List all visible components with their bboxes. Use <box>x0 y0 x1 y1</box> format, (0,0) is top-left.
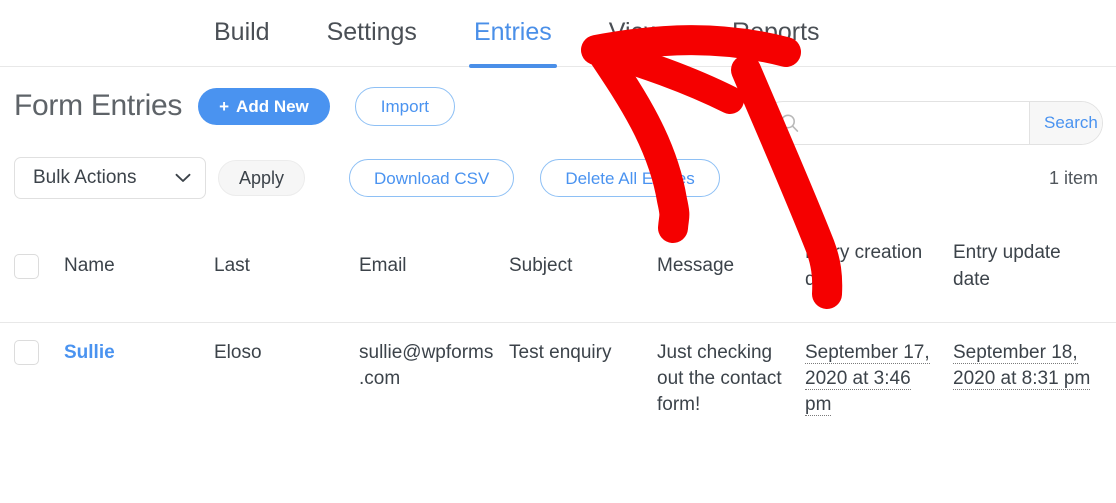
entries-table: Name Last Email Subject Message Entry cr… <box>0 211 1116 419</box>
cell-last: Eloso <box>214 342 262 363</box>
search-input[interactable] <box>762 102 1029 144</box>
tab-settings[interactable]: Settings <box>326 17 417 47</box>
tab-settings-label: Settings <box>326 17 417 46</box>
download-csv-button[interactable]: Download CSV <box>349 159 515 197</box>
column-header-message[interactable]: Message <box>657 253 805 279</box>
select-all-checkbox[interactable] <box>14 254 39 279</box>
cell-entry-creation-date: September 17, 2020 at 3:46 pm <box>805 340 953 419</box>
cell-entry-update-date: September 18, 2020 at 8:31 pm <box>953 340 1103 392</box>
item-count: 1 item <box>1048 167 1098 188</box>
entry-name-link[interactable]: Sullie <box>64 342 115 363</box>
bulk-actions-label: Bulk Actions <box>33 167 137 188</box>
cell-name: Sullie <box>64 340 214 366</box>
search-dropdown-button[interactable]: Search <box>1029 102 1102 144</box>
table-row: Sullie Eloso sullie@wpforms.com Test enq… <box>0 323 1116 419</box>
delete-all-entries-label: Delete All Entries <box>565 168 695 188</box>
tab-build-label: Build <box>214 17 270 46</box>
bulk-actions-select[interactable]: Bulk Actions <box>14 157 206 199</box>
add-new-label: Add New <box>236 96 309 116</box>
delete-all-entries-button[interactable]: Delete All Entries <box>540 159 720 197</box>
tab-views-label: Views <box>608 17 675 46</box>
table-header-row: Name Last Email Subject Message Entry cr… <box>0 211 1116 323</box>
tab-build[interactable]: Build <box>214 17 270 47</box>
tab-entries[interactable]: Entries <box>468 17 557 68</box>
column-header-email[interactable]: Email <box>359 253 509 279</box>
import-label: Import <box>380 96 429 116</box>
entry-creation-date-value: September 17, 2020 at 3:46 pm <box>805 342 930 417</box>
entry-update-date-value: September 18, 2020 at 8:31 pm <box>953 342 1091 391</box>
tab-views[interactable]: Views <box>608 17 675 47</box>
apply-button[interactable]: Apply <box>218 160 306 196</box>
page-title: Form Entries <box>14 89 183 122</box>
column-header-last[interactable]: Last <box>214 253 359 279</box>
cell-email: sullie@wpforms.com <box>359 342 494 390</box>
entries-toolbar: Bulk Actions Apply Download CSV Delete A… <box>0 145 1116 211</box>
apply-label: Apply <box>239 168 285 188</box>
add-new-button[interactable]: + Add New <box>198 87 330 125</box>
download-csv-label: Download CSV <box>374 168 490 188</box>
column-header-subject[interactable]: Subject <box>509 253 657 279</box>
row-select-cell <box>14 340 64 365</box>
form-nav-bar: Build Settings Entries Views Reports <box>0 0 1116 68</box>
column-header-entry-update-date[interactable]: Entry update date <box>953 240 1103 292</box>
column-header-name[interactable]: Name <box>64 253 214 279</box>
search-dropdown-label: Search <box>1044 113 1098 132</box>
column-header-entry-creation-date[interactable]: Entry creation date <box>805 240 953 292</box>
cell-message: Just checking out the contact form! <box>657 342 782 416</box>
tab-entries-label: Entries <box>473 17 552 46</box>
tab-reports[interactable]: Reports <box>732 17 820 47</box>
select-all-header-cell <box>14 254 64 279</box>
row-checkbox[interactable] <box>14 340 39 365</box>
import-button[interactable]: Import <box>354 86 455 126</box>
chevron-down-icon <box>175 167 191 189</box>
cell-subject: Test enquiry <box>509 342 612 363</box>
search-bar: Search <box>761 101 1103 145</box>
plus-icon: + <box>219 96 230 116</box>
tab-reports-label: Reports <box>732 17 820 46</box>
